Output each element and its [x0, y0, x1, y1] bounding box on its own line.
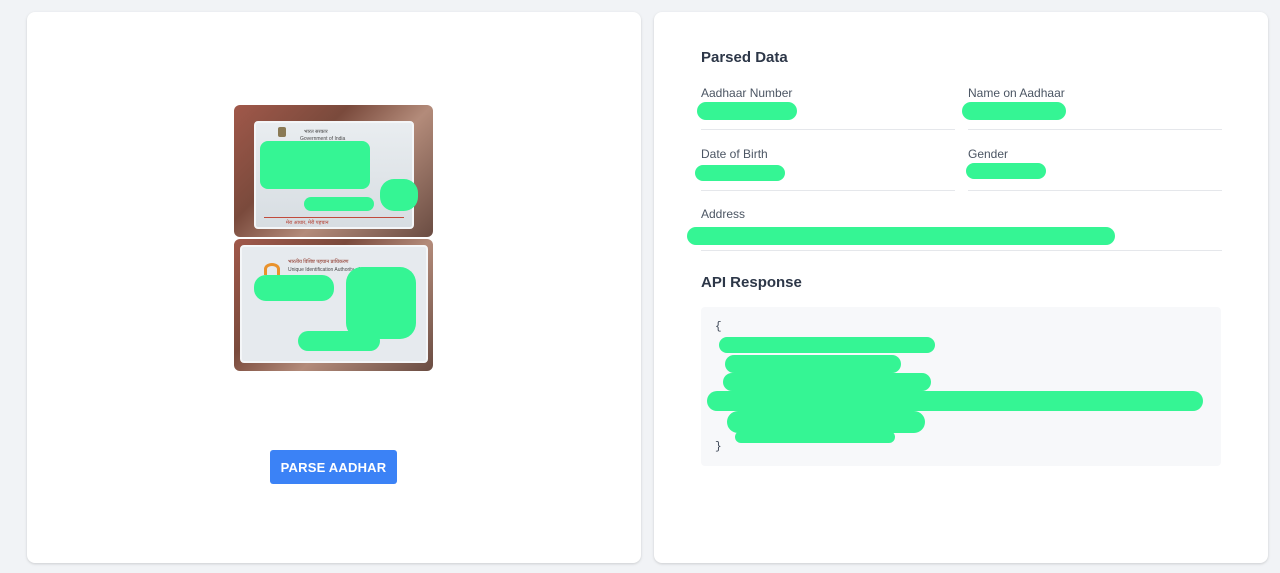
aadhaar-back-image: भारतीय विशिष्ट पहचान प्राधिकरण Unique Id…	[234, 239, 433, 371]
json-close-brace: }	[715, 441, 722, 453]
redaction-mark	[380, 179, 418, 211]
redaction-mark	[254, 275, 334, 301]
upload-panel: भारत सरकार Government of India मेरा आधार…	[27, 12, 641, 563]
card-back-line1: भारतीय विशिष्ट पहचान प्राधिकरण	[288, 259, 349, 265]
redaction-mark	[962, 102, 1066, 120]
gender-field: Gender	[966, 147, 1222, 191]
aadhaar-logo-icon	[264, 263, 280, 275]
redaction-mark	[719, 337, 935, 353]
redaction-mark	[346, 267, 416, 339]
redaction-mark	[735, 431, 895, 443]
emblem-icon	[278, 127, 286, 137]
redaction-mark	[966, 163, 1046, 179]
redaction-mark	[260, 141, 370, 189]
redaction-mark	[304, 197, 374, 211]
redaction-mark	[725, 355, 901, 373]
name-label: Name on Aadhaar	[968, 86, 1065, 100]
aadhaar-number-field: Aadhaar Number	[697, 86, 955, 130]
redaction-mark	[298, 331, 380, 351]
aadhaar-front-image: भारत सरकार Government of India मेरा आधार…	[234, 105, 433, 237]
address-label: Address	[701, 207, 746, 221]
redaction-mark	[687, 227, 1115, 245]
redaction-mark	[723, 373, 931, 391]
address-field: Address	[687, 207, 1222, 251]
card-front-footer: मेरा आधार, मेरी पहचान	[286, 220, 329, 226]
parsed-data-title: Parsed Data	[701, 49, 788, 66]
name-field: Name on Aadhaar	[962, 86, 1222, 130]
redaction-mark	[697, 102, 797, 120]
redaction-mark	[707, 391, 1203, 411]
dob-field: Date of Birth	[695, 147, 955, 191]
aadhaar-number-label: Aadhaar Number	[701, 86, 793, 100]
results-panel: Parsed Data Aadhaar Number Name on Aadha…	[654, 12, 1268, 563]
dob-label: Date of Birth	[701, 147, 768, 161]
redaction-mark	[695, 165, 785, 181]
card-footer-divider	[264, 217, 404, 218]
gender-label: Gender	[968, 147, 1009, 161]
api-response-title: API Response	[701, 274, 802, 291]
api-response-code: { }	[701, 307, 1221, 466]
parse-aadhar-button[interactable]: PARSE AADHAR	[270, 450, 397, 484]
json-open-brace: {	[715, 321, 722, 333]
card-front-line1: भारत सरकार	[304, 129, 328, 135]
redaction-mark	[727, 411, 925, 433]
